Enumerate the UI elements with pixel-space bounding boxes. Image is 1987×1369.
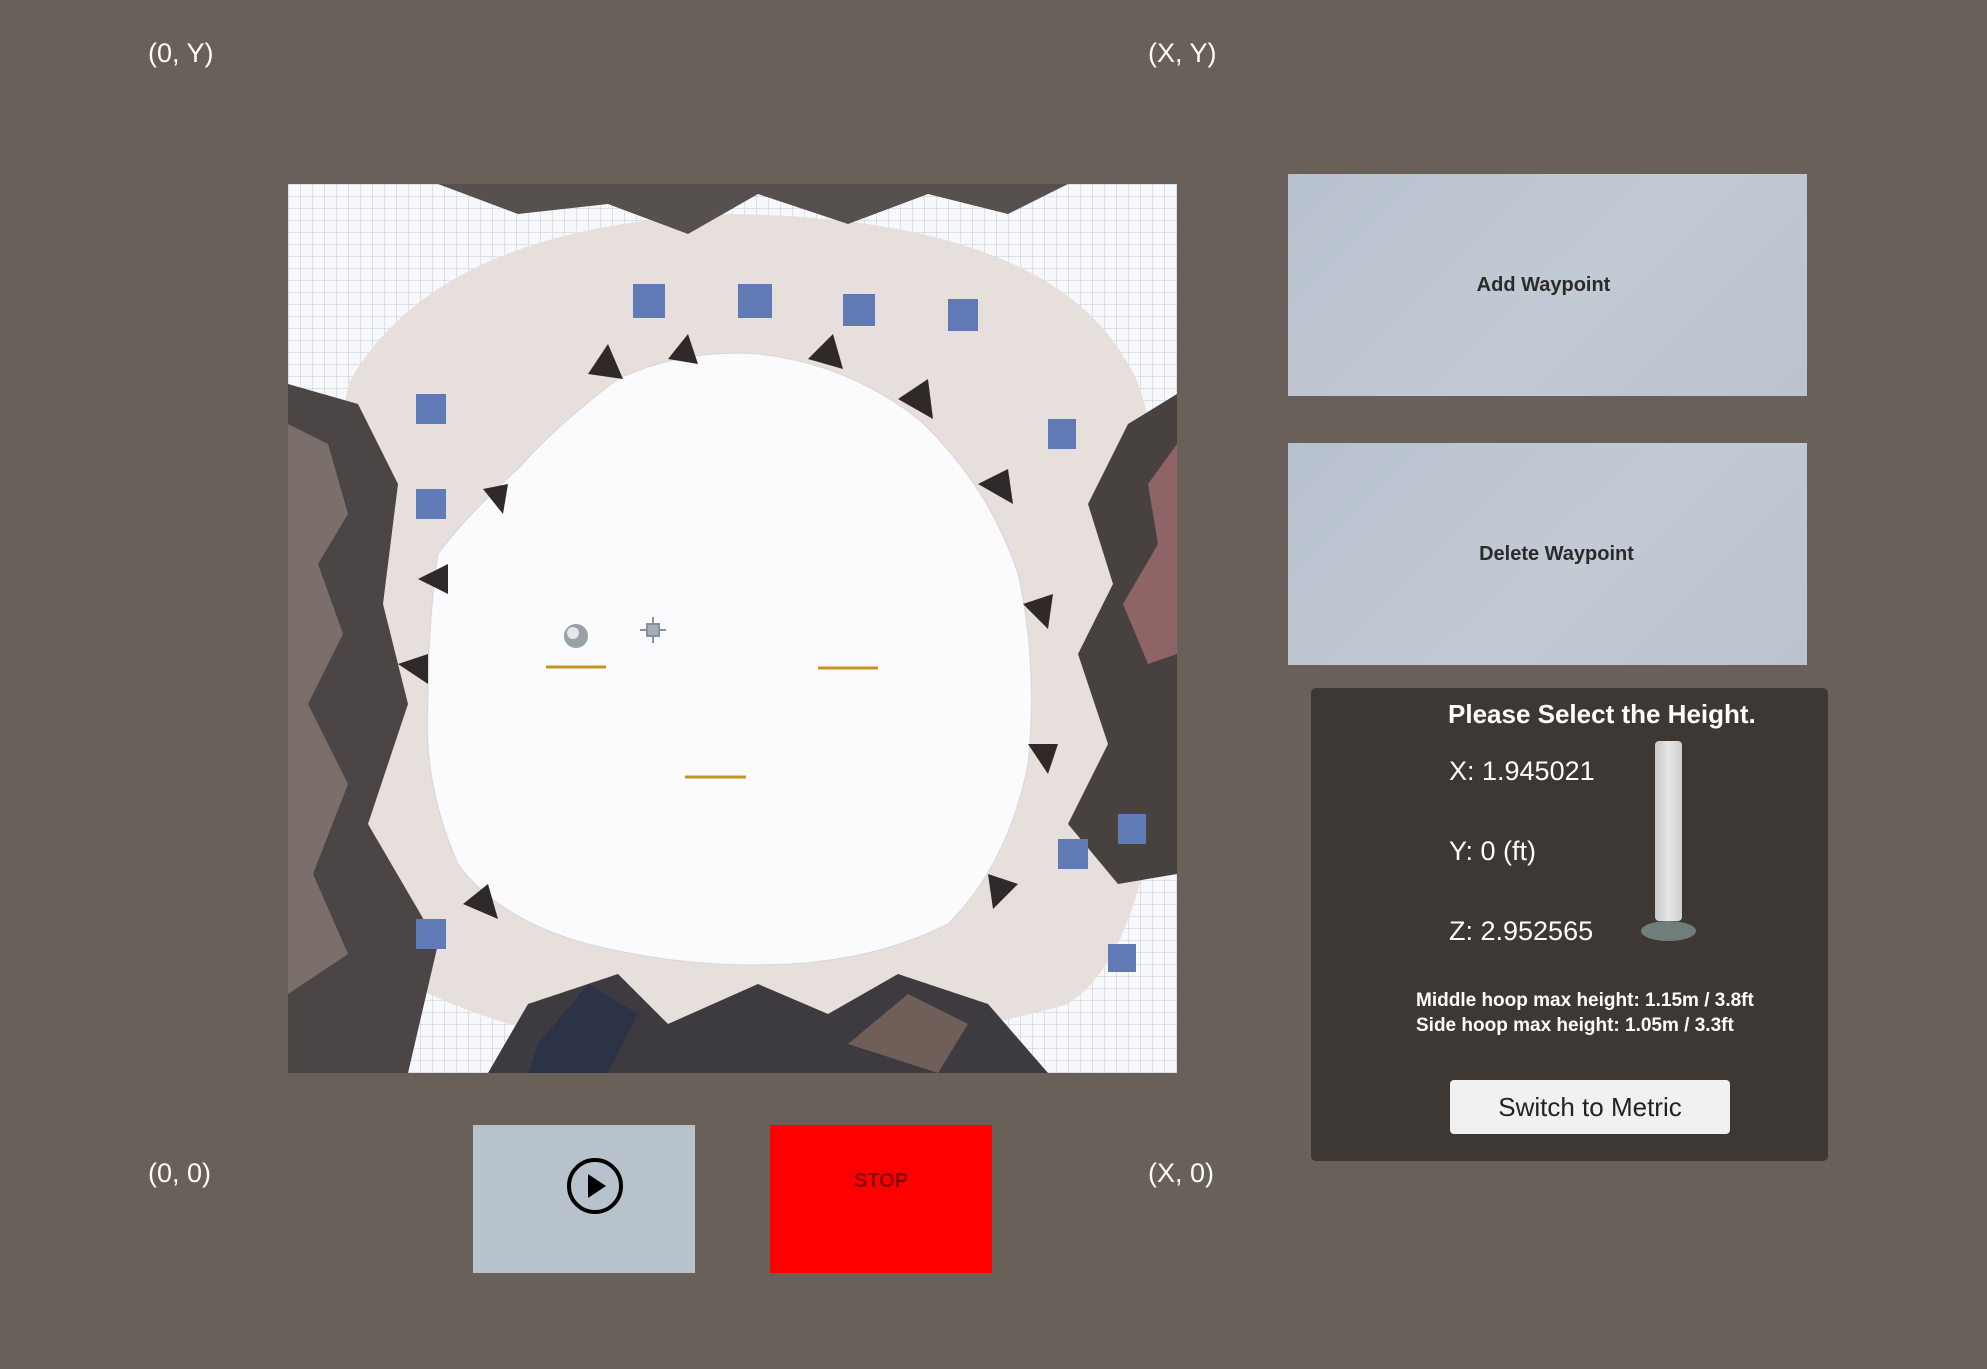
switch-to-metric-button[interactable]: Switch to Metric (1450, 1080, 1730, 1134)
corner-label-bottom-left: (0, 0) (148, 1158, 212, 1188)
corner-label-bottom-right: (X, 0) (1148, 1158, 1215, 1188)
height-slider-track[interactable] (1655, 741, 1682, 921)
height-slider-handle[interactable] (1641, 921, 1696, 941)
delete-waypoint-button[interactable]: Delete Waypoint (1288, 443, 1807, 665)
height-panel-title: Please Select the Height. (1448, 699, 1756, 729)
x-readout: X: 1.945021 (1449, 756, 1595, 786)
add-waypoint-label: Add Waypoint (1476, 273, 1611, 296)
middle-hoop-note: Middle hoop max height: 1.15m / 3.8ft (1416, 990, 1754, 1011)
switch-to-metric-label: Switch to Metric (1498, 1091, 1682, 1122)
corner-label-top-left: (0, Y) (148, 38, 214, 68)
add-waypoint-button[interactable]: Add Waypoint (1288, 174, 1807, 396)
play-circle-icon (567, 1158, 623, 1214)
play-button[interactable] (473, 1125, 695, 1273)
side-hoop-note: Side hoop max height: 1.05m / 3.3ft (1416, 1015, 1734, 1036)
corner-label-top-right: (X, Y) (1148, 38, 1217, 68)
stop-label: STOP (853, 1170, 909, 1192)
stop-button[interactable]: STOP (770, 1125, 992, 1273)
room-scan-image (288, 184, 1177, 1073)
z-readout: Z: 2.952565 (1449, 916, 1594, 946)
delete-waypoint-label: Delete Waypoint (1479, 542, 1634, 565)
room-map[interactable] (288, 184, 1177, 1073)
height-panel: Please Select the Height. X: 1.945021 Y:… (1311, 688, 1828, 1161)
y-readout: Y: 0 (ft) (1449, 836, 1537, 866)
